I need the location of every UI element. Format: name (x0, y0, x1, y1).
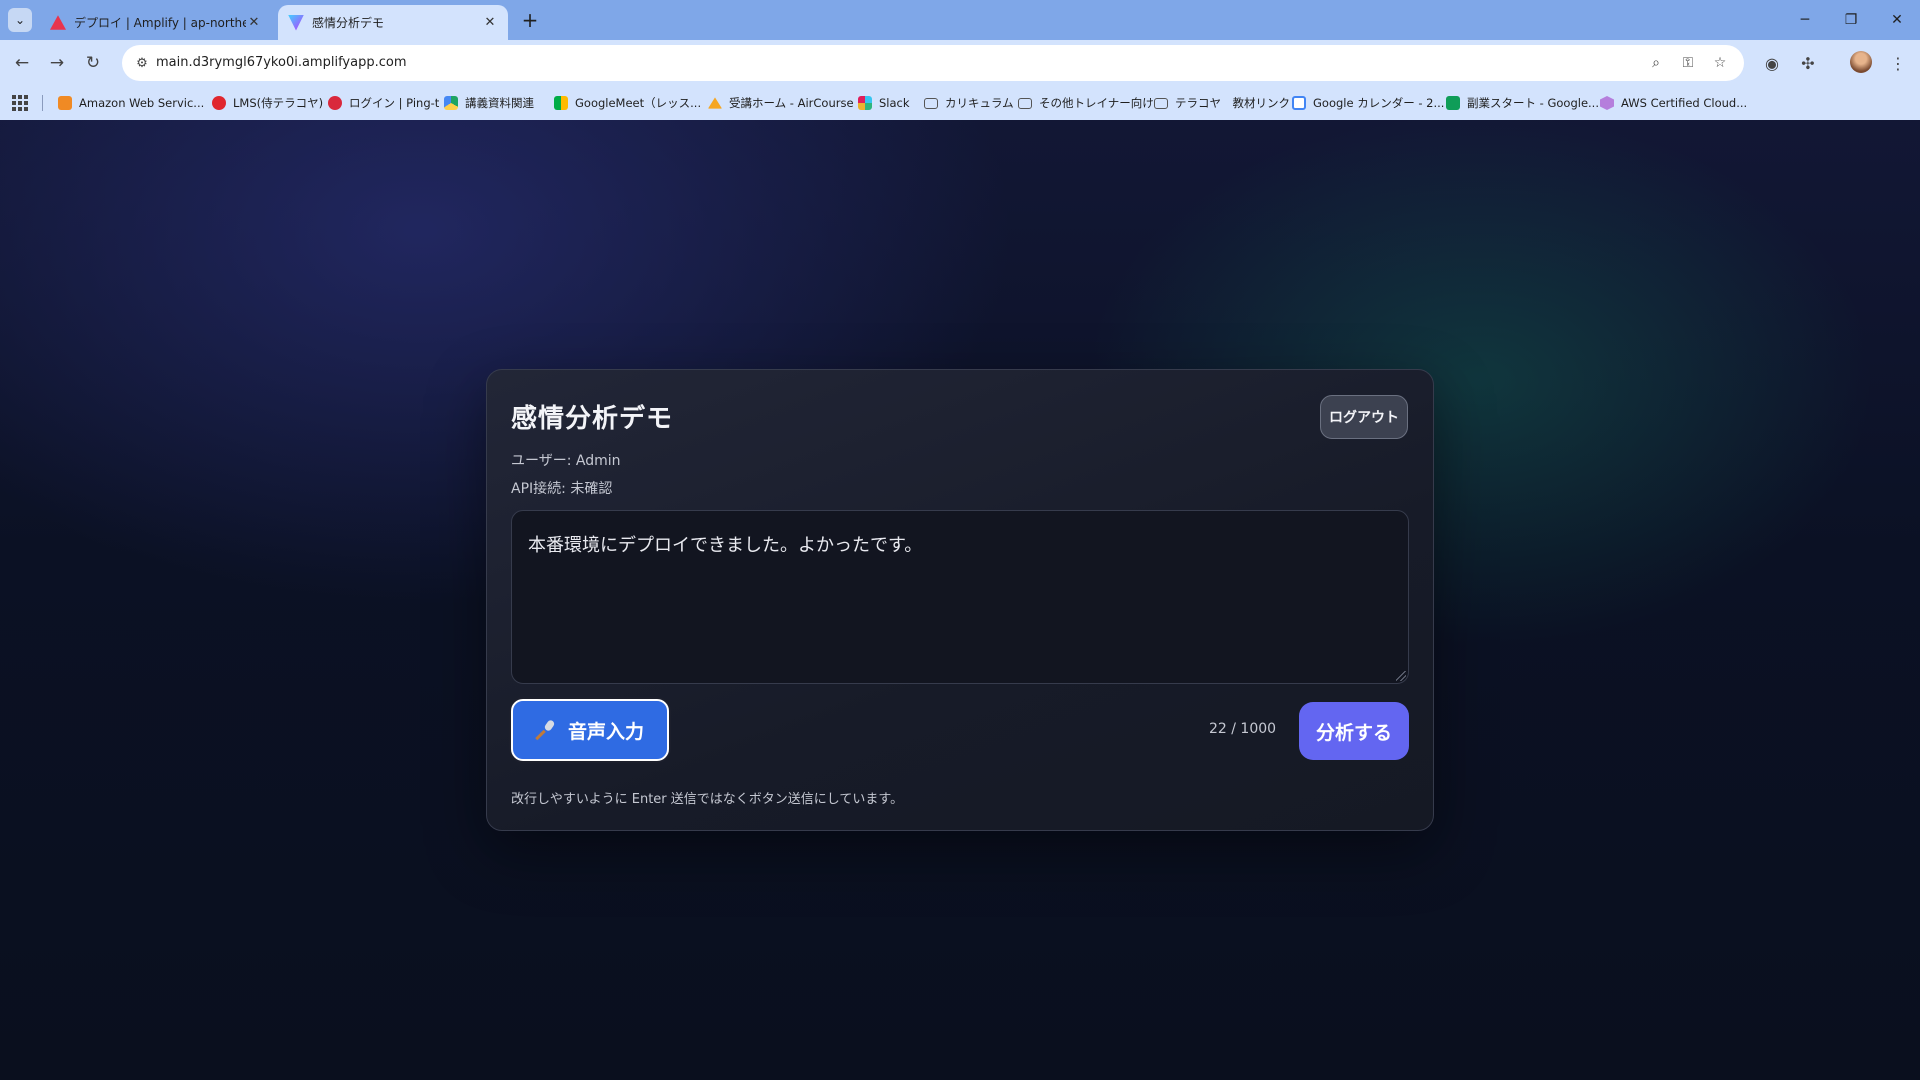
bookmark-label: Slack (879, 96, 910, 110)
address-bar[interactable]: ⚙ main.d3rymgl67yko0i.amplifyapp.com ⌕ ⚿… (122, 45, 1744, 81)
divider (42, 95, 43, 111)
analyze-button[interactable]: 分析する (1299, 702, 1409, 760)
new-tab-button[interactable]: + (518, 8, 542, 32)
lms-icon (212, 96, 226, 110)
folder-icon (1018, 97, 1032, 109)
bookmark-label: AWS Certified Cloud... (1621, 96, 1748, 110)
aws-icon (58, 96, 72, 110)
amplify-icon (50, 15, 66, 30)
tab-title: 感情分析デモ (312, 16, 385, 30)
bookmark-pingt[interactable]: ログイン | Ping-t (328, 94, 439, 112)
close-tab-icon[interactable]: ✕ (482, 15, 498, 30)
bookmark-slack[interactable]: Slack (858, 94, 910, 112)
minimize-button[interactable]: ─ (1790, 8, 1820, 32)
user-label: ユーザー: Admin (511, 453, 621, 469)
page-title: 感情分析デモ (511, 404, 674, 434)
google-sheets-icon (1446, 96, 1460, 110)
bookmark-label: カリキュラム (945, 96, 1014, 110)
voice-input-label: 音声入力 (567, 720, 644, 743)
tab-search-button[interactable]: ⌄ (8, 8, 32, 32)
bookmark-folder-curriculum[interactable]: カリキュラム (924, 94, 1014, 112)
bookmark-label: LMS(侍テラコヤ) (233, 96, 324, 110)
profile-avatar[interactable] (1850, 51, 1872, 73)
slack-icon (858, 96, 872, 110)
sentiment-card: 感情分析デモ ログアウト ユーザー: Admin API接続: 未確認 本番環境… (486, 369, 1434, 831)
folder-icon (1154, 97, 1168, 109)
bookmark-label: 受講ホーム - AirCourse (729, 96, 854, 110)
screenshot-icon[interactable]: ◉ (1758, 49, 1786, 77)
url-text[interactable]: main.d3rymgl67yko0i.amplifyapp.com (156, 55, 407, 70)
text-input-value[interactable]: 本番環境にデプロイできました。よかったです。 (528, 535, 922, 556)
pingt-icon (328, 96, 342, 110)
password-key-icon[interactable]: ⚿ (1678, 53, 1698, 73)
voice-input-button[interactable]: 音声入力 (511, 699, 669, 761)
bookmark-label: ログイン | Ping-t (349, 96, 440, 110)
google-calendar-icon (1292, 96, 1306, 110)
restore-button[interactable]: ❐ (1836, 8, 1866, 32)
site-info-icon[interactable]: ⚙ (132, 53, 152, 73)
google-drive-icon (444, 96, 458, 110)
aircourse-icon (708, 97, 722, 109)
tab-title: デプロイ | Amplify | ap-northeast-1 (74, 16, 246, 30)
vite-icon (288, 14, 304, 31)
page-background: 感情分析デモ ログアウト ユーザー: Admin API接続: 未確認 本番環境… (0, 120, 1920, 1080)
apps-grid-icon[interactable] (12, 95, 28, 111)
api-status-label: API接続: 未確認 (511, 481, 613, 497)
bookmark-google-sheets[interactable]: 副業スタート - Google... (1446, 94, 1599, 112)
browser-toolbar: ← → ↻ ⚙ main.d3rymgl67yko0i.amplifyapp.c… (0, 40, 1920, 86)
forward-button[interactable]: → (43, 49, 71, 77)
bookmark-folder-terakoya[interactable]: テラコヤ 教材リンク (1154, 94, 1290, 112)
bookmark-label: その他トレイナー向け (1039, 96, 1154, 110)
resize-handle[interactable] (1396, 671, 1406, 681)
bookmark-lecture-docs[interactable]: 講義資料関連 (444, 94, 534, 112)
reload-button[interactable]: ↻ (79, 49, 107, 77)
bookmark-google-meet[interactable]: GoogleMeet（レッス... (554, 94, 701, 112)
bookmark-star-icon[interactable]: ☆ (1710, 53, 1730, 73)
bookmark-label: GoogleMeet（レッス... (575, 96, 702, 110)
bookmarks-bar: Amazon Web Servic... LMS(侍テラコヤ) ログイン | P… (0, 86, 1920, 120)
microphone-icon (536, 719, 558, 741)
hint-text: 改行しやすいように Enter 送信ではなくボタン送信にしています。 (511, 792, 904, 807)
tab-sentiment-demo[interactable]: 感情分析デモ ✕ (278, 5, 508, 40)
text-input[interactable]: 本番環境にデプロイできました。よかったです。 (511, 510, 1409, 684)
back-button[interactable]: ← (8, 49, 36, 77)
bookmark-label: 副業スタート - Google... (1467, 96, 1599, 110)
bookmark-label: テラコヤ 教材リンク (1175, 96, 1290, 110)
tab-strip: ⌄ デプロイ | Amplify | ap-northeast-1 ✕ 感情分析… (0, 0, 1920, 40)
close-window-button[interactable]: ✕ (1882, 8, 1912, 32)
bookmark-label: Amazon Web Servic... (79, 96, 205, 110)
char-counter: 22 / 1000 (1209, 721, 1277, 737)
close-tab-icon[interactable]: ✕ (246, 15, 262, 30)
bookmark-aircourse[interactable]: 受講ホーム - AirCourse (708, 94, 854, 112)
bookmark-lms[interactable]: LMS(侍テラコヤ) (212, 94, 323, 112)
extensions-icon[interactable]: ✣ (1794, 49, 1822, 77)
bookmark-aws[interactable]: Amazon Web Servic... (58, 94, 204, 112)
aws-cert-icon (1600, 96, 1614, 110)
folder-icon (924, 97, 938, 109)
logout-button[interactable]: ログアウト (1320, 395, 1408, 439)
tab-amplify-deploy[interactable]: デプロイ | Amplify | ap-northeast-1 ✕ (40, 5, 272, 40)
google-meet-icon (554, 96, 568, 110)
bookmark-label: 講義資料関連 (465, 96, 534, 110)
zoom-icon[interactable]: ⌕ (1646, 53, 1666, 73)
bookmark-google-calendar[interactable]: Google カレンダー - 2... (1292, 94, 1444, 112)
bookmark-label: Google カレンダー - 2... (1313, 96, 1445, 110)
bookmark-aws-certified[interactable]: AWS Certified Cloud... (1600, 94, 1747, 112)
bookmark-folder-trainers[interactable]: その他トレイナー向け (1018, 94, 1154, 112)
menu-kebab-icon[interactable]: ⋮ (1884, 49, 1912, 77)
